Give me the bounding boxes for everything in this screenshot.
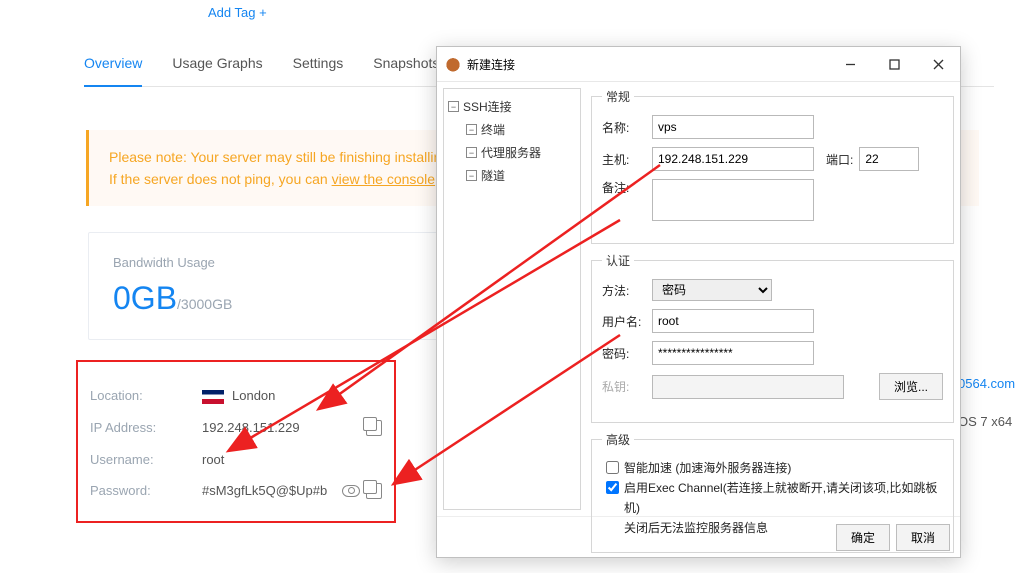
password-label: Password: (90, 483, 202, 498)
port-label: 端口: (826, 151, 853, 168)
exec-line2: 关闭后无法监控服务器信息 (624, 521, 768, 535)
username-label: Username: (90, 452, 202, 467)
tab-settings[interactable]: Settings (293, 55, 344, 87)
auth-group: 认证 方法: 密码 用户名: 密码: 私钥: (591, 252, 954, 423)
browse-button[interactable]: 浏览... (879, 373, 943, 400)
copy-ip-icon[interactable] (366, 420, 382, 436)
minimize-button[interactable] (828, 47, 872, 81)
auth-pass-input[interactable] (652, 341, 814, 365)
auth-legend: 认证 (602, 252, 634, 269)
name-label: 名称: (602, 119, 652, 136)
tab-usage-graphs[interactable]: Usage Graphs (172, 55, 262, 87)
add-tag-link[interactable]: Add Tag + (208, 5, 267, 20)
general-group: 常规 名称: 主机: 端口: 备注: (591, 88, 954, 244)
dialog-titlebar: 新建连接 (437, 47, 960, 82)
tree-terminal[interactable]: −终端 (446, 118, 578, 141)
close-button[interactable] (916, 47, 960, 81)
dialog-title: 新建连接 (467, 56, 515, 73)
tree-ssh[interactable]: −SSH连接 (446, 95, 578, 118)
right-os: OS 7 x64 (958, 414, 1012, 429)
java-icon (445, 56, 461, 72)
bandwidth-total: /3000GB (177, 296, 232, 312)
bandwidth-card: Bandwidth Usage 0GB/3000GB (88, 232, 438, 340)
general-legend: 常规 (602, 88, 634, 105)
connection-tree: −SSH连接 −终端 −代理服务器 −隧道 (443, 88, 581, 510)
tab-snapshots[interactable]: Snapshots (373, 55, 439, 87)
method-label: 方法: (602, 282, 652, 299)
copy-password-icon[interactable] (366, 483, 382, 499)
server-details: Location: London IP Address: 192.248.151… (76, 360, 396, 523)
leaf-icon: − (466, 147, 477, 158)
location-label: Location: (90, 388, 202, 403)
auth-pass-label: 密码: (602, 345, 652, 362)
exec-channel-checkbox[interactable]: 启用Exec Channel(若连接上就被断开,请关闭该项,比如跳板机) 关闭后… (602, 478, 943, 538)
tree-tunnel[interactable]: −隧道 (446, 164, 578, 187)
ip-value: 192.248.151.229 (202, 420, 360, 435)
ok-button[interactable]: 确定 (836, 524, 890, 551)
password-value: #sM3gfLk5Q@$Up#b (202, 483, 336, 498)
uk-flag-icon (202, 390, 224, 404)
location-value: London (232, 388, 275, 403)
auth-user-label: 用户名: (602, 313, 652, 330)
host-label: 主机: (602, 151, 652, 168)
right-link[interactable]: 0564.com (958, 376, 1015, 391)
maximize-button[interactable] (872, 47, 916, 81)
username-value: root (202, 452, 382, 467)
method-select[interactable]: 密码 (652, 279, 772, 301)
name-input[interactable] (652, 115, 814, 139)
tree-proxy[interactable]: −代理服务器 (446, 141, 578, 164)
leaf-icon: − (466, 170, 477, 181)
view-console-link[interactable]: view the console (332, 171, 436, 187)
auth-user-input[interactable] (652, 309, 814, 333)
ip-label: IP Address: (90, 420, 202, 435)
host-input[interactable] (652, 147, 814, 171)
advanced-legend: 高级 (602, 431, 634, 448)
port-input[interactable] (859, 147, 919, 171)
exec-line1: 启用Exec Channel(若连接上就被断开,请关闭该项,比如跳板机) (624, 481, 937, 515)
accel-checkbox[interactable]: 智能加速 (加速海外服务器连接) (602, 458, 943, 478)
bandwidth-label: Bandwidth Usage (113, 255, 413, 270)
toggle-password-icon[interactable] (342, 485, 360, 497)
new-connection-dialog: 新建连接 −SSH连接 −终端 −代理服务器 −隧道 常规 名称: 主机: 端 (436, 46, 961, 558)
note-label: 备注: (602, 179, 652, 196)
cancel-button[interactable]: 取消 (896, 524, 950, 551)
bandwidth-value: 0GB (113, 280, 177, 316)
note-input[interactable] (652, 179, 814, 221)
notice-line1: Please note: Your server may still be fi… (109, 149, 469, 165)
collapse-icon[interactable]: − (448, 101, 459, 112)
notice-line2-pre: If the server does not ping, you can (109, 171, 332, 187)
tab-overview[interactable]: Overview (84, 55, 142, 87)
leaf-icon: − (466, 124, 477, 135)
key-input (652, 375, 844, 399)
key-label: 私钥: (602, 378, 652, 395)
